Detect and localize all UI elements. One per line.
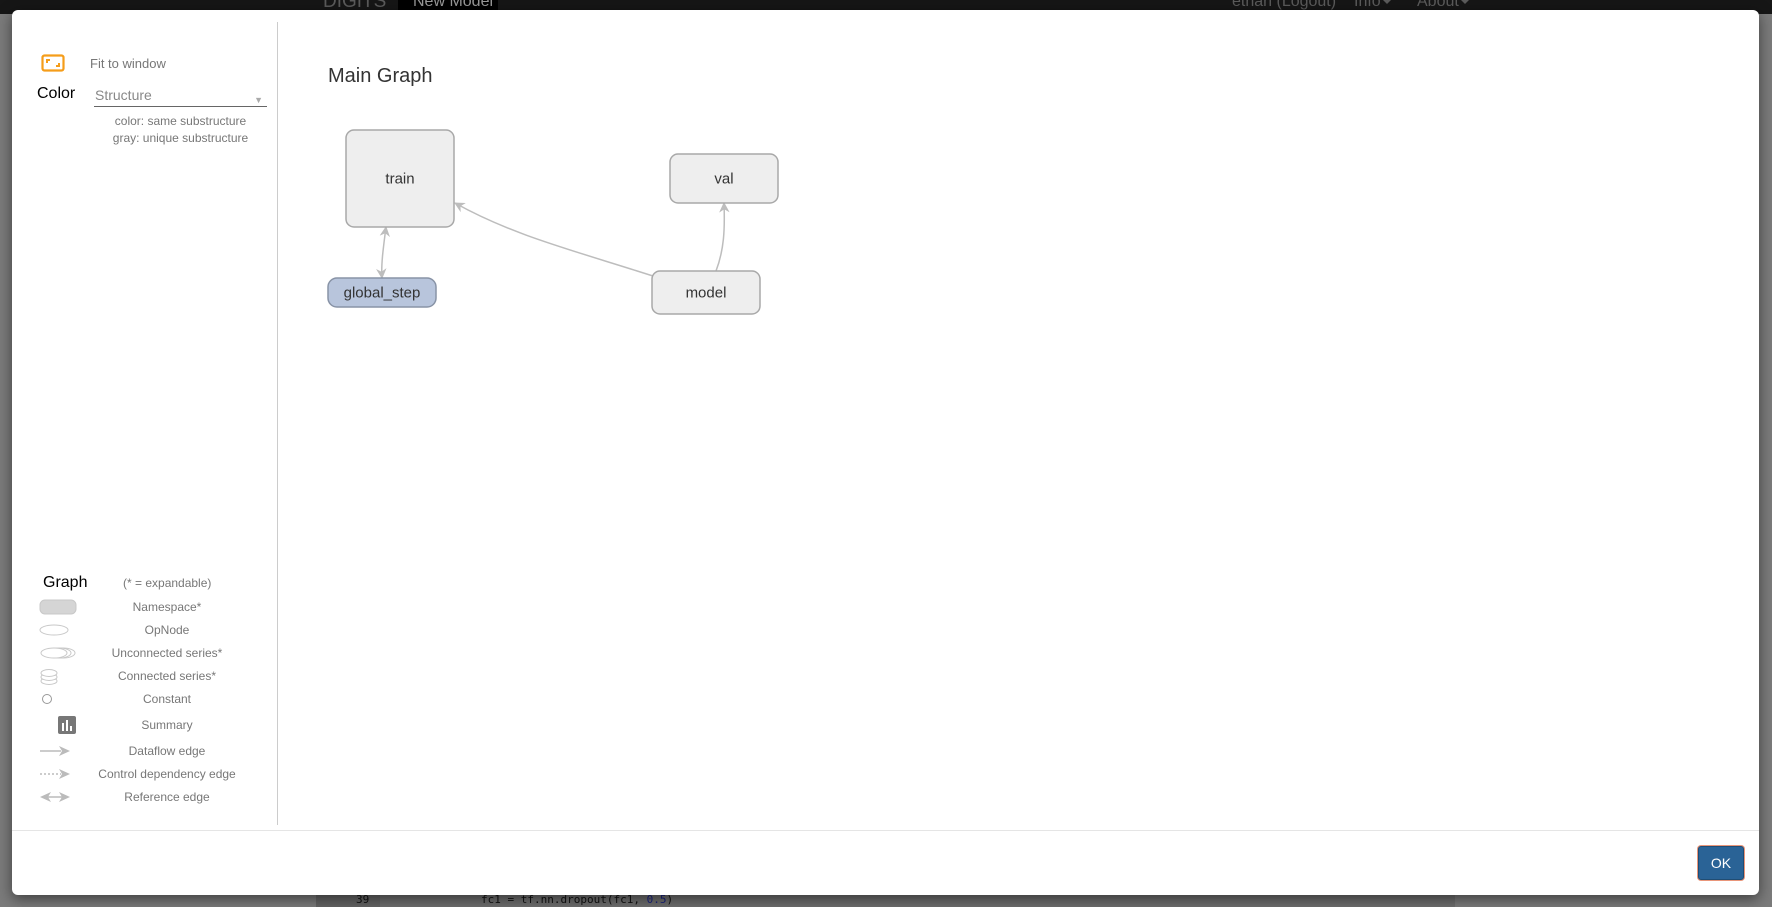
caret-down-icon <box>1382 0 1391 4</box>
code-gutter <box>316 895 380 907</box>
graph-node-val[interactable]: val <box>669 153 779 204</box>
code-editor-background: 39 fc1 = tf.nn.dropout(fc1, 0.5) <box>316 895 1455 907</box>
edge-model-to-train <box>454 202 654 277</box>
about-menu-label: About <box>1417 0 1459 10</box>
node-label: val <box>714 171 733 188</box>
code-line-number: 39 <box>356 895 370 906</box>
node-label: train <box>385 171 414 188</box>
edge-global_step-to-train <box>376 225 390 280</box>
modal-footer-divider <box>12 830 1759 831</box>
graph-modal: Fit to window Color Structure ▼ color: s… <box>12 10 1759 895</box>
graph-canvas[interactable]: train val global_step model <box>12 10 1759 825</box>
edge-model-to-val <box>715 201 730 272</box>
graph-node-model[interactable]: model <box>651 270 761 315</box>
ok-button[interactable]: OK <box>1698 846 1744 880</box>
code-number: 0.5 <box>646 895 667 906</box>
graph-node-train[interactable]: train <box>345 129 455 228</box>
info-menu-label: Info <box>1354 0 1381 10</box>
node-label: global_step <box>344 285 421 302</box>
caret-down-icon <box>1460 0 1469 4</box>
graph-node-global-step[interactable]: global_step <box>327 277 437 308</box>
node-label: model <box>686 285 727 302</box>
code-suffix: ) <box>666 895 674 906</box>
code-prefix: fc1 = tf.nn.dropout(fc1, <box>481 895 647 906</box>
code-line: fc1 = tf.nn.dropout(fc1, 0.5) <box>481 895 673 906</box>
